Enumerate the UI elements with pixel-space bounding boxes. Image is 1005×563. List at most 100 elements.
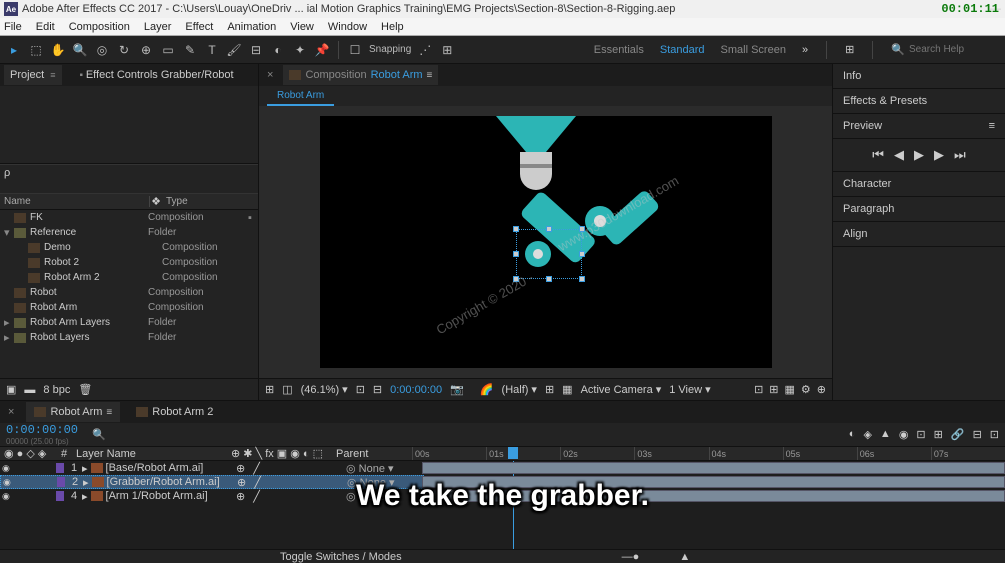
tl-icon7[interactable]: 🔗 [951, 428, 965, 441]
timeline-tick[interactable]: 07s [931, 447, 1005, 460]
col-name[interactable]: Name [0, 196, 150, 207]
grid-icon[interactable]: ⊞ [265, 383, 274, 396]
transparency-icon[interactable]: ▦ [562, 383, 572, 396]
tab-project[interactable]: Project≡ [4, 65, 62, 85]
home-tool-icon[interactable]: ▸ [6, 42, 22, 58]
orbit-tool-icon[interactable]: ◎ [94, 42, 110, 58]
bpc-label[interactable]: 8 bpc [43, 384, 70, 396]
brush-tool-icon[interactable]: 🖌 [226, 42, 242, 58]
project-row[interactable]: FKComposition▪ [0, 210, 258, 225]
tl-icon1[interactable]: ◐ [849, 428, 856, 441]
vf-icon5[interactable]: ⊕ [817, 383, 826, 396]
tl-icon3[interactable]: ▲ [880, 428, 891, 441]
timeline-tick[interactable]: 04s [709, 447, 783, 460]
type-tool-icon[interactable]: T [204, 42, 220, 58]
snapshot-icon[interactable]: 📷 [450, 383, 464, 396]
workspace-standard[interactable]: Standard [660, 44, 705, 56]
help-search[interactable]: 🔍 [891, 43, 999, 56]
play-button[interactable]: ▶ [914, 147, 924, 163]
eraser-tool-icon[interactable]: ◐ [270, 42, 286, 58]
pen-tool-icon[interactable]: ✎ [182, 42, 198, 58]
panel-effects[interactable]: Effects & Presets [833, 89, 1005, 114]
puppet-tool-icon[interactable]: 📌 [314, 42, 330, 58]
menu-help[interactable]: Help [381, 21, 404, 33]
project-row[interactable]: Robot Arm 2Composition [0, 270, 258, 285]
panel-info[interactable]: Info [833, 64, 1005, 89]
comp-subtab[interactable]: Robot Arm [267, 87, 334, 106]
zoom-out-icon[interactable]: —● [622, 551, 640, 563]
mask-icon[interactable]: ◫ [282, 383, 292, 396]
tl-icon5[interactable]: ⊡ [916, 428, 925, 441]
vf-icon3[interactable]: ▦ [785, 383, 795, 396]
timeline-tick[interactable]: 00s [412, 447, 486, 460]
project-search[interactable]: ρ [0, 164, 258, 194]
project-row[interactable]: ▸Robot LayersFolder [0, 330, 258, 345]
rotate-tool-icon[interactable]: ↻ [116, 42, 132, 58]
snap-toggle-icon[interactable]: ☐ [347, 42, 363, 58]
composition-viewer[interactable]: www.p30download.com Copyright © 2020 - [259, 106, 832, 378]
trash-icon[interactable]: 🗑 [78, 383, 92, 396]
tl-icon4[interactable]: ◉ [899, 428, 909, 441]
workspace-small[interactable]: Small Screen [721, 44, 786, 56]
roto-tool-icon[interactable]: ✦ [292, 42, 308, 58]
snapping-label[interactable]: Snapping [369, 44, 411, 55]
snap-opt2-icon[interactable]: ⊞ [439, 42, 455, 58]
menu-window[interactable]: Window [328, 21, 367, 33]
tl-icon2[interactable]: ◈ [863, 428, 871, 441]
last-frame-button[interactable]: ⏭ [954, 147, 966, 163]
zoom-tool-icon[interactable]: 🔍 [72, 42, 88, 58]
timecode[interactable]: 0:00:00:00 [6, 423, 78, 437]
region-icon[interactable]: ⊞ [545, 383, 554, 396]
timeline-tab-1[interactable]: Robot Arm ≡ [26, 402, 120, 422]
tl-icon8[interactable]: ⊟ [973, 428, 982, 441]
selection-tool-icon[interactable]: ⬚ [28, 42, 44, 58]
prev-frame-button[interactable]: ◀ [894, 147, 904, 163]
zoom-in-icon[interactable]: ▲ [679, 551, 690, 563]
workspace-sync-icon[interactable]: ⊞ [845, 43, 854, 56]
stamp-tool-icon[interactable]: ⊟ [248, 42, 264, 58]
timeline-tick[interactable]: 05s [783, 447, 857, 460]
vf-icon1[interactable]: ⊡ [754, 383, 763, 396]
guides-icon[interactable]: ⊟ [373, 383, 382, 396]
search-input[interactable] [909, 44, 999, 55]
menu-composition[interactable]: Composition [69, 21, 130, 33]
menu-animation[interactable]: Animation [227, 21, 276, 33]
panel-paragraph[interactable]: Paragraph [833, 197, 1005, 222]
anchor-tool-icon[interactable]: ⊕ [138, 42, 154, 58]
search-timeline-icon[interactable]: 🔍 [92, 428, 106, 441]
project-row[interactable]: ▸Robot Arm LayersFolder [0, 315, 258, 330]
toggle-switches[interactable]: Toggle Switches / Modes [280, 551, 402, 563]
interpret-icon[interactable]: ▣ [6, 383, 16, 396]
timeline-tick[interactable]: 03s [634, 447, 708, 460]
project-row[interactable]: ▾ReferenceFolder [0, 225, 258, 240]
menu-view[interactable]: View [290, 21, 314, 33]
tl-icon6[interactable]: ⊞ [934, 428, 943, 441]
project-row[interactable]: RobotComposition [0, 285, 258, 300]
menu-file[interactable]: File [4, 21, 22, 33]
timeline-tab-2[interactable]: Robot Arm 2 [128, 402, 221, 422]
project-search-input[interactable] [4, 179, 254, 191]
res-dropdown[interactable]: (Half) ▾ [502, 383, 537, 396]
project-row[interactable]: Robot 2Composition [0, 255, 258, 270]
folder-icon[interactable]: ▬ [24, 384, 35, 396]
camera-dropdown[interactable]: Active Camera ▾ [581, 383, 662, 396]
workspace-essentials[interactable]: Essentials [594, 44, 644, 56]
first-frame-button[interactable]: ⏮ [872, 147, 884, 163]
selection-box[interactable] [516, 229, 582, 279]
workspace-chevron-icon[interactable]: » [802, 44, 808, 56]
comp-tab[interactable]: Composition Robot Arm ≡ [283, 65, 438, 85]
canvas[interactable]: www.p30download.com Copyright © 2020 - [320, 116, 772, 368]
timeline-tick[interactable]: 01s [486, 447, 560, 460]
panel-character[interactable]: Character [833, 172, 1005, 197]
timeline-tick[interactable]: 02s [560, 447, 634, 460]
res-icon[interactable]: ⊡ [356, 383, 365, 396]
next-frame-button[interactable]: ▶ [934, 147, 944, 163]
menu-edit[interactable]: Edit [36, 21, 55, 33]
snap-opt1-icon[interactable]: ⋰ [417, 42, 433, 58]
col-type[interactable]: Type [162, 196, 192, 207]
shape-tool-icon[interactable]: ▭ [160, 42, 176, 58]
vf-icon4[interactable]: ⚙ [801, 383, 811, 396]
menu-layer[interactable]: Layer [144, 21, 172, 33]
zoom-dropdown[interactable]: (46.1%) ▾ [301, 383, 348, 396]
panel-preview[interactable]: Preview≡ [833, 114, 1005, 139]
